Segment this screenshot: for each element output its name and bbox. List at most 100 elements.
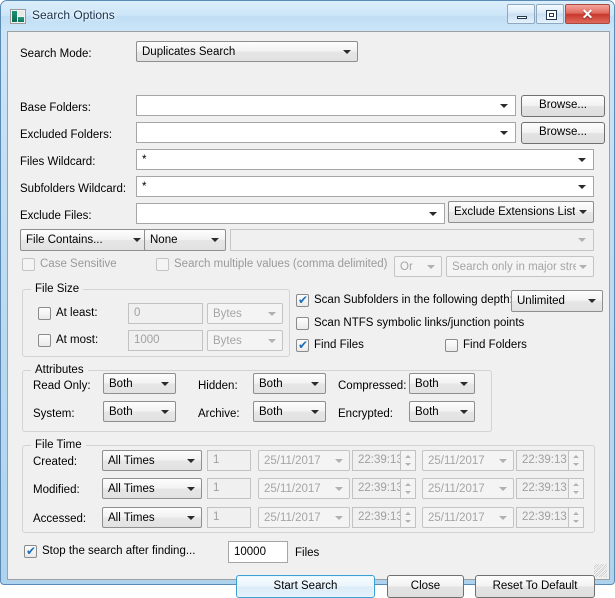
title-bar[interactable]: Search Options ✕ <box>1 1 614 31</box>
excluded-folders-browse-button[interactable]: Browse... <box>521 122 605 144</box>
read-only-select[interactable]: Both <box>103 373 176 394</box>
at-most-value-input[interactable]: 1000 <box>128 330 203 351</box>
content-text-combo[interactable] <box>230 229 594 251</box>
system-select[interactable]: Both <box>103 401 176 422</box>
maximize-button[interactable] <box>536 4 564 24</box>
created-time-to-spinner[interactable] <box>568 450 584 471</box>
modified-time-to-spinner[interactable] <box>568 478 584 499</box>
exclude-extensions-list-button[interactable]: Exclude Extensions List <box>448 201 594 223</box>
compressed-label: Compressed: <box>338 380 407 392</box>
subfolders-wildcard-dropdown-button[interactable] <box>575 178 592 195</box>
minimize-button[interactable] <box>507 4 535 24</box>
caption-buttons: ✕ <box>506 4 610 24</box>
created-mode-select[interactable]: All Times <box>102 450 202 471</box>
chevron-down-icon <box>187 486 195 491</box>
accessed-date-from[interactable]: 25/11/2017 <box>258 507 350 528</box>
chevron-down-icon <box>579 210 587 214</box>
accessed-label: Accessed: <box>33 513 87 525</box>
compressed-select[interactable]: Both <box>409 373 475 394</box>
stop-count-input[interactable]: 10000 <box>228 541 288 563</box>
encrypted-value: Both <box>415 406 439 418</box>
at-least-unit-select[interactable]: Bytes <box>207 303 283 324</box>
modified-date-to[interactable]: 25/11/2017 <box>422 478 514 499</box>
check-mark-icon: ✔ <box>26 544 37 558</box>
find-folders-label: Find Folders <box>463 339 527 351</box>
subfolders-wildcard-label: Subfolders Wildcard: <box>20 183 127 195</box>
checkbox-box <box>38 307 51 320</box>
search-mode-select[interactable]: Duplicates Search <box>136 41 358 62</box>
created-time-to[interactable]: 22:39:13 <box>516 450 574 471</box>
content-match-value: None <box>150 234 178 246</box>
chevron-down-icon <box>500 103 508 108</box>
accessed-time-to[interactable]: 22:39:13 <box>516 507 574 528</box>
modified-label: Modified: <box>33 484 80 496</box>
subfolders-wildcard-value: * <box>142 181 147 193</box>
scan-depth-select[interactable]: Unlimited <box>511 290 603 312</box>
chevron-down-icon <box>500 130 508 135</box>
check-mark-icon: ✔ <box>298 338 309 352</box>
encrypted-select[interactable]: Both <box>409 401 475 422</box>
search-options-window: Search Options ✕ Search Mode: Duplicates… <box>0 0 615 598</box>
content-match-select[interactable]: None <box>144 229 226 251</box>
modified-amount-input[interactable]: 1 <box>207 478 251 499</box>
chevron-down-icon <box>578 238 586 242</box>
excluded-folders-dropdown-button[interactable] <box>497 124 514 141</box>
accessed-mode-select[interactable]: All Times <box>102 507 202 528</box>
modified-mode-select[interactable]: All Times <box>102 478 202 499</box>
at-most-unit-value: Bytes <box>213 335 242 347</box>
archive-select[interactable]: Both <box>253 401 326 422</box>
created-amount-input[interactable]: 1 <box>207 450 251 471</box>
minimize-icon <box>517 16 527 19</box>
exclude-files-combo[interactable] <box>136 203 445 224</box>
chevron-down-icon <box>211 238 219 242</box>
created-date-to[interactable]: 25/11/2017 <box>422 450 514 471</box>
files-wildcard-dropdown-button[interactable] <box>575 151 592 168</box>
chevron-down-icon <box>311 381 319 386</box>
at-least-value-input[interactable]: 0 <box>128 303 203 324</box>
hidden-select[interactable]: Both <box>253 373 326 394</box>
close-button[interactable]: ✕ <box>565 4 610 24</box>
stream-scope-select[interactable]: Search only in major stre <box>446 256 594 277</box>
created-date-from-value: 25/11/2017 <box>264 455 321 467</box>
content-operator-select[interactable]: Or <box>394 256 442 277</box>
created-time-from-spinner[interactable] <box>400 450 416 471</box>
base-folders-combo[interactable] <box>136 95 516 116</box>
start-search-button[interactable]: Start Search <box>236 575 375 598</box>
exclude-files-dropdown-button[interactable] <box>426 205 443 222</box>
content-mode-select[interactable]: File Contains... <box>20 229 148 251</box>
at-most-unit-select[interactable]: Bytes <box>207 330 283 351</box>
accessed-date-to-value: 25/11/2017 <box>428 512 485 524</box>
base-folders-dropdown-button[interactable] <box>497 97 514 114</box>
chevron-down-icon <box>588 299 596 303</box>
files-wildcard-combo[interactable]: * <box>136 149 594 170</box>
reset-to-default-button[interactable]: Reset To Default <box>475 575 595 598</box>
checkbox-box <box>296 317 309 330</box>
compressed-value: Both <box>415 378 439 390</box>
file-size-title: File Size <box>31 283 84 295</box>
modified-time-to[interactable]: 22:39:13 <box>516 478 574 499</box>
exclude-extensions-list-label: Exclude Extensions List <box>454 206 576 218</box>
accessed-amount-input[interactable]: 1 <box>207 507 251 528</box>
close-dialog-button[interactable]: Close <box>387 575 464 598</box>
modified-time-from-spinner[interactable] <box>400 478 416 499</box>
read-only-label: Read Only: <box>33 380 91 392</box>
chevron-down-icon <box>499 458 507 463</box>
stop-after-label: Stop the search after finding... <box>42 545 196 557</box>
check-mark-icon: ✔ <box>298 293 309 307</box>
chevron-down-icon <box>268 311 276 316</box>
resize-grip[interactable] <box>594 564 607 577</box>
content-text-dropdown-button[interactable] <box>575 231 592 249</box>
accessed-date-to[interactable]: 25/11/2017 <box>422 507 514 528</box>
subfolders-wildcard-combo[interactable]: * <box>136 176 594 197</box>
chevron-down-icon <box>343 49 351 54</box>
created-date-from[interactable]: 25/11/2017 <box>258 450 350 471</box>
excluded-folders-combo[interactable] <box>136 122 516 143</box>
modified-date-from-value: 25/11/2017 <box>264 483 321 495</box>
accessed-time-from-spinner[interactable] <box>400 507 416 528</box>
modified-date-from[interactable]: 25/11/2017 <box>258 478 350 499</box>
chevron-down-icon <box>578 157 586 162</box>
chevron-down-icon <box>311 409 319 414</box>
base-folders-browse-button[interactable]: Browse... <box>521 95 605 117</box>
accessed-time-to-spinner[interactable] <box>568 507 584 528</box>
system-label: System: <box>33 408 75 420</box>
